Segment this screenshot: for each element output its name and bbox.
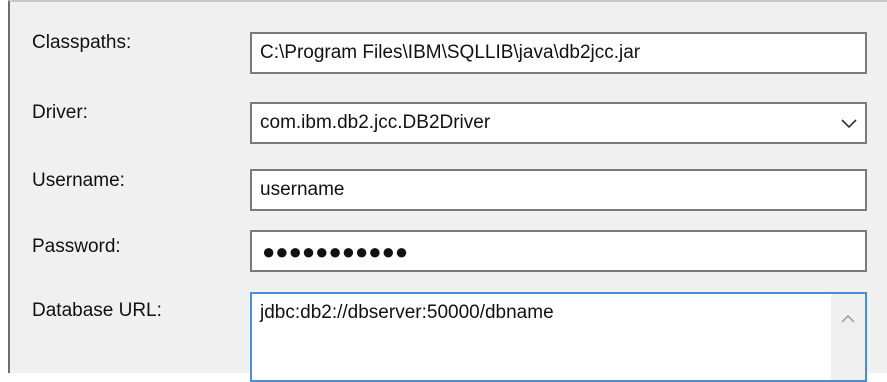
connection-form-panel: Classpaths: C:\Program Files\IBM\SQLLIB\… [8,0,887,382]
username-field[interactable]: username [250,169,867,211]
driver-select-value: com.ibm.db2.jcc.DB2Driver [260,112,491,133]
database-url-label: Database URL: [32,300,162,321]
driver-label: Driver: [32,102,88,123]
textarea-scrollbar[interactable] [831,294,865,380]
username-label: Username: [32,170,125,191]
database-url-textarea[interactable]: jdbc:db2://dbserver:50000/dbname [250,292,867,382]
database-url-value: jdbc:db2://dbserver:50000/dbname [260,302,554,323]
chevron-up-icon[interactable] [839,312,857,326]
classpaths-field[interactable]: C:\Program Files\IBM\SQLLIB\java\db2jcc.… [250,32,867,74]
classpaths-label: Classpaths: [32,32,132,53]
chevron-down-icon[interactable] [837,111,861,135]
driver-select[interactable]: com.ibm.db2.jcc.DB2Driver [250,102,867,144]
password-field[interactable]: ●●●●●●●●●●● [250,230,867,272]
password-label: Password: [32,236,121,257]
